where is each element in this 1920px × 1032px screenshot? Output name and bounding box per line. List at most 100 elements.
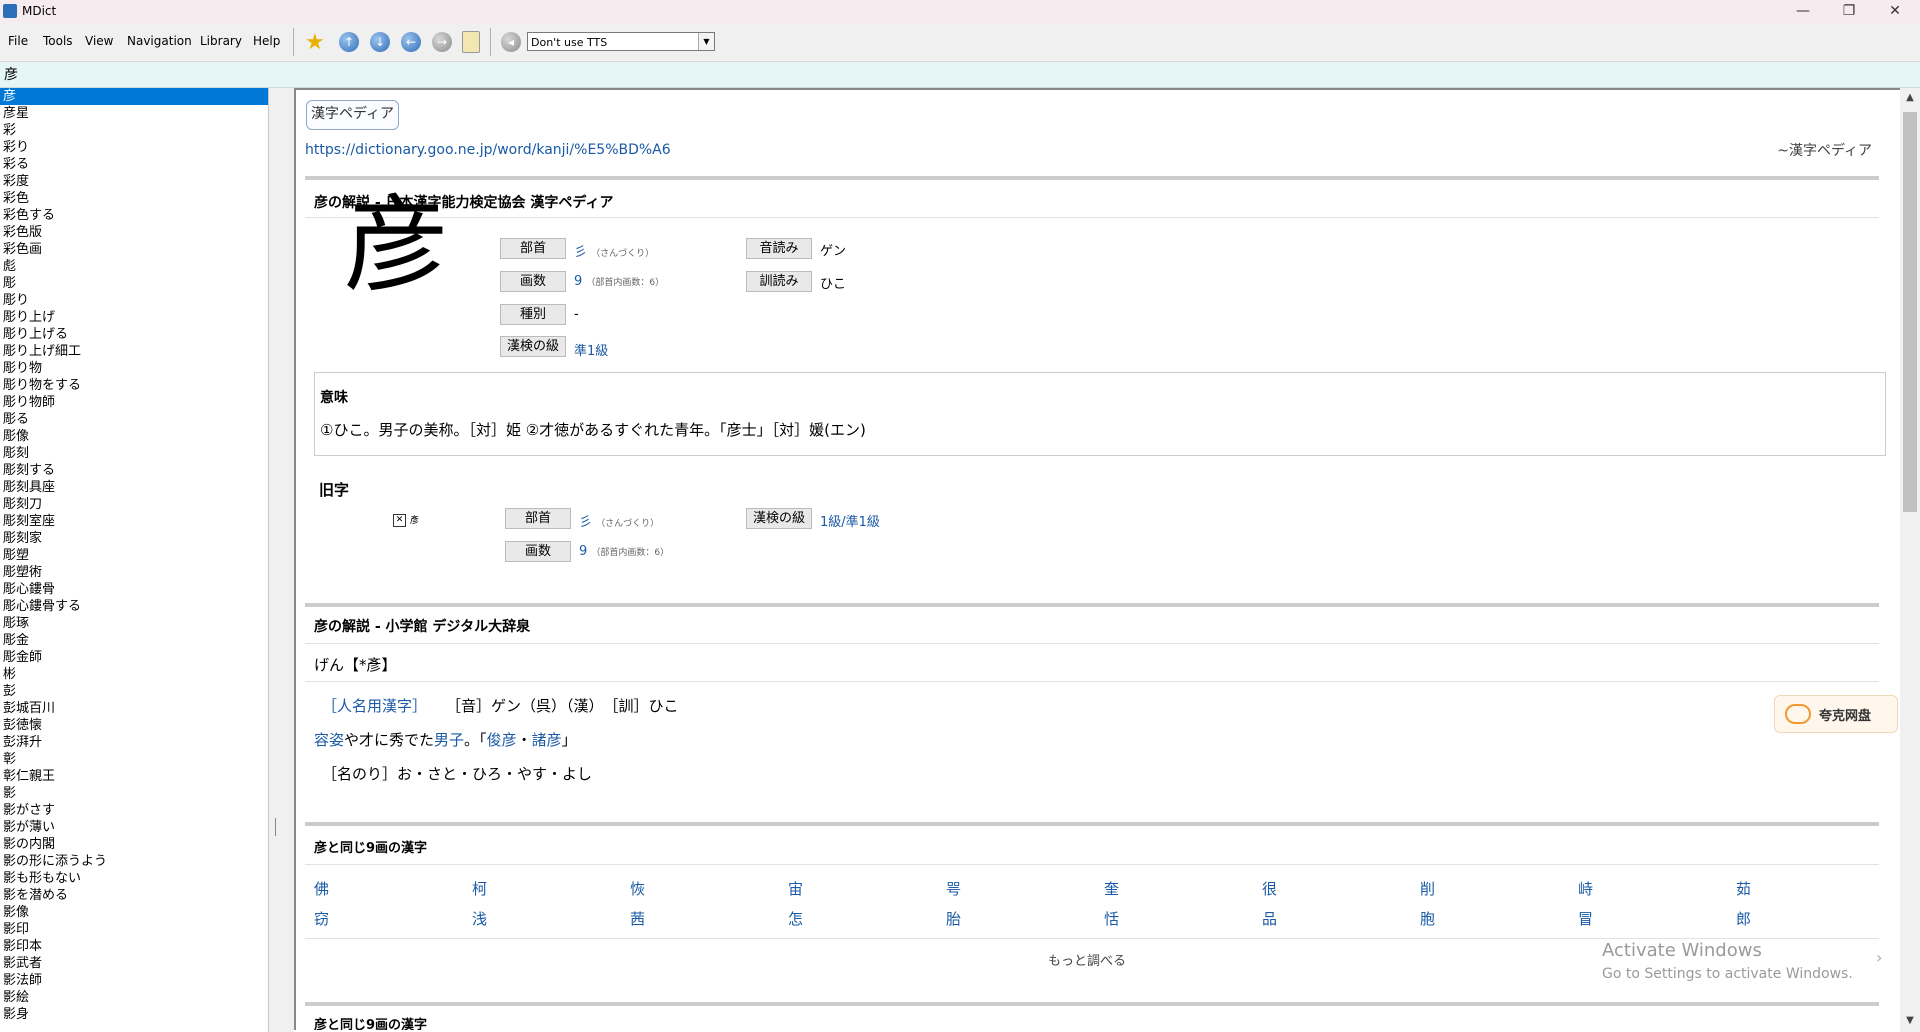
list-item[interactable]: 彰: [0, 751, 268, 768]
chevron-right-icon[interactable]: ›: [1876, 948, 1882, 967]
scroll-thumb[interactable]: [1903, 112, 1917, 512]
list-item[interactable]: 彫: [0, 275, 268, 292]
kanji-link[interactable]: 恬: [1104, 908, 1119, 929]
kanji-link[interactable]: 品: [1262, 908, 1277, 929]
list-item[interactable]: 影絵: [0, 989, 268, 1006]
list-item[interactable]: 彫心鏤骨: [0, 581, 268, 598]
list-item[interactable]: 彦星: [0, 105, 268, 122]
list-item[interactable]: 彫り上げ細工: [0, 343, 268, 360]
list-item[interactable]: 彫刻刀: [0, 496, 268, 513]
bushu-link[interactable]: 彡: [574, 245, 587, 260]
speaker-icon[interactable]: ◂: [501, 32, 521, 52]
jinmei-kanji-link[interactable]: ［人名用漢字］: [322, 695, 427, 716]
list-item[interactable]: 彬: [0, 666, 268, 683]
list-item[interactable]: 彩り: [0, 139, 268, 156]
more-link[interactable]: もっと調べる: [1048, 950, 1126, 969]
list-item[interactable]: 彰仁親王: [0, 768, 268, 785]
kyuji-kakusu-link[interactable]: 9: [579, 544, 587, 559]
list-item[interactable]: 影身: [0, 1006, 268, 1023]
list-item[interactable]: 彫心鏤骨する: [0, 598, 268, 615]
list-item[interactable]: 影の形に添うよう: [0, 853, 268, 870]
list-item[interactable]: 彫る: [0, 411, 268, 428]
search-input[interactable]: [4, 65, 1904, 83]
list-item[interactable]: 影を潜める: [0, 887, 268, 904]
menu-library[interactable]: Library: [200, 34, 242, 48]
kanji-link[interactable]: 茹: [1736, 878, 1751, 899]
list-item[interactable]: 彭徳懐: [0, 717, 268, 734]
chevron-down-icon[interactable]: ▼: [698, 33, 714, 50]
list-item[interactable]: 彩色版: [0, 224, 268, 241]
list-item[interactable]: 彫り: [0, 292, 268, 309]
list-item[interactable]: 影: [0, 785, 268, 802]
kanji-link[interactable]: 宙: [788, 878, 803, 899]
list-item[interactable]: 彫塑: [0, 547, 268, 564]
menu-navigation[interactable]: Navigation: [127, 34, 192, 48]
clipboard-icon[interactable]: [462, 31, 480, 53]
list-item[interactable]: 彫り物: [0, 360, 268, 377]
menu-tools[interactable]: Tools: [43, 34, 73, 48]
list-item[interactable]: 彩度: [0, 173, 268, 190]
list-item[interactable]: 彩色する: [0, 207, 268, 224]
kanji-link[interactable]: 胎: [946, 908, 961, 929]
list-item[interactable]: 彩る: [0, 156, 268, 173]
list-item[interactable]: 影武者: [0, 955, 268, 972]
kanji-link[interactable]: 窃: [314, 908, 329, 929]
kanji-link[interactable]: 冒: [1578, 908, 1593, 929]
list-item[interactable]: 彫り物をする: [0, 377, 268, 394]
kanji-link[interactable]: 峙: [1578, 878, 1593, 899]
list-item[interactable]: 影像: [0, 904, 268, 921]
kanji-link[interactable]: 茜: [630, 908, 645, 929]
list-item[interactable]: 彫り物師: [0, 394, 268, 411]
list-item[interactable]: 彫像: [0, 428, 268, 445]
tts-select[interactable]: Don't use TTS ▼: [527, 32, 715, 51]
list-item[interactable]: 影印本: [0, 938, 268, 955]
list-item[interactable]: 彪: [0, 258, 268, 275]
list-item[interactable]: 彦: [0, 88, 268, 105]
kanken-kyu-link[interactable]: 準1級: [574, 340, 608, 359]
menu-help[interactable]: Help: [253, 34, 280, 48]
dictionary-tab[interactable]: 漢字ペディア: [306, 100, 400, 130]
list-item[interactable]: 影が薄い: [0, 819, 268, 836]
star-icon[interactable]: ★: [305, 30, 325, 55]
list-item[interactable]: 影の内閣: [0, 836, 268, 853]
def-link-danshi[interactable]: 男子: [434, 731, 464, 749]
list-item[interactable]: 彫り上げ: [0, 309, 268, 326]
quark-cloud-button[interactable]: 夸克网盘: [1774, 695, 1898, 733]
list-item[interactable]: 影がさす: [0, 802, 268, 819]
menu-file[interactable]: File: [8, 34, 28, 48]
down-arrow-icon[interactable]: ↓: [370, 32, 390, 52]
word-list[interactable]: 彦彦星彩彩り 彩る 彩度 彩色 彩色する 彩色版 彩色画彪彫彫り 彫り上げ 彫り上げる 彫り上げ細…: [0, 88, 269, 1032]
scroll-up-icon[interactable]: ▲: [1900, 92, 1920, 103]
list-item[interactable]: 彩: [0, 122, 268, 139]
kanji-link[interactable]: 削: [1420, 878, 1435, 899]
list-item[interactable]: 影法師: [0, 972, 268, 989]
list-item[interactable]: 彫金師: [0, 649, 268, 666]
def-link-shogen[interactable]: 諸彦: [532, 731, 562, 749]
kanji-link[interactable]: 郎: [1736, 908, 1751, 929]
list-item[interactable]: 彫琢: [0, 615, 268, 632]
list-item[interactable]: 彫刻家: [0, 530, 268, 547]
menu-view[interactable]: View: [85, 34, 113, 48]
list-item[interactable]: 彩色: [0, 190, 268, 207]
kyuji-bushu-link[interactable]: 彡: [579, 515, 592, 530]
list-item[interactable]: 彫刻室座: [0, 513, 268, 530]
splitter-grip[interactable]: [275, 818, 276, 836]
def-link-shunpiko[interactable]: 俊彦: [487, 731, 517, 749]
list-item[interactable]: 彫り上げる: [0, 326, 268, 343]
minimize-button[interactable]: —: [1780, 0, 1826, 23]
kanji-link[interactable]: 浅: [472, 908, 487, 929]
list-item[interactable]: 影印: [0, 921, 268, 938]
up-arrow-icon[interactable]: ↑: [339, 32, 359, 52]
forward-arrow-icon[interactable]: →: [432, 32, 452, 52]
list-item[interactable]: 影も形もない: [0, 870, 268, 887]
back-arrow-icon[interactable]: ←: [401, 32, 421, 52]
list-item[interactable]: 彭: [0, 683, 268, 700]
source-url-link[interactable]: https://dictionary.goo.ne.jp/word/kanji/…: [305, 142, 671, 158]
vertical-scrollbar[interactable]: ▲ ▼: [1900, 88, 1920, 1032]
kanji-link[interactable]: 胞: [1420, 908, 1435, 929]
scroll-down-icon[interactable]: ▼: [1900, 1015, 1920, 1026]
list-item[interactable]: 彭湃升: [0, 734, 268, 751]
list-item[interactable]: 彫刻: [0, 445, 268, 462]
list-item[interactable]: 彫刻具座: [0, 479, 268, 496]
list-item[interactable]: 彫塑術: [0, 564, 268, 581]
